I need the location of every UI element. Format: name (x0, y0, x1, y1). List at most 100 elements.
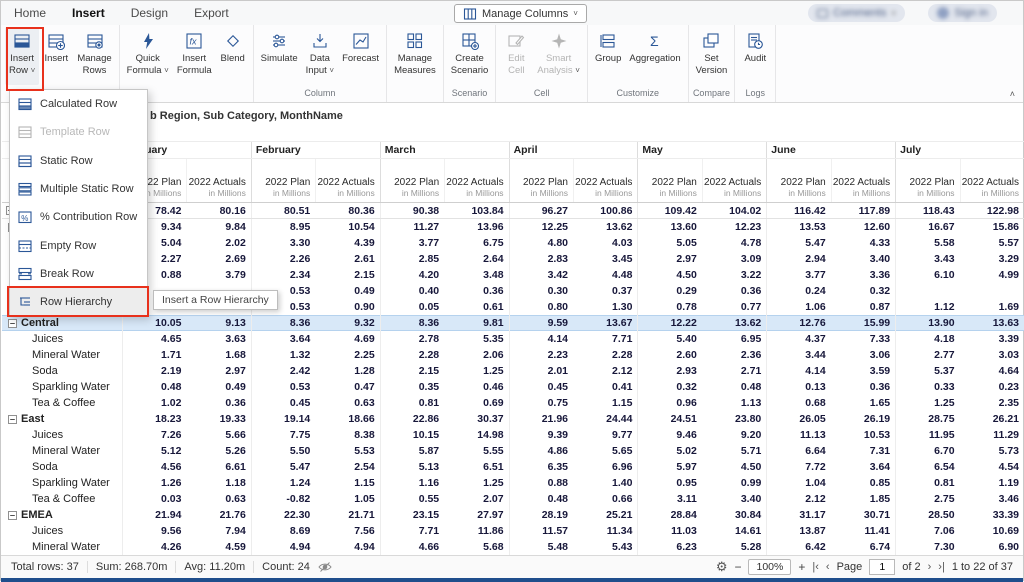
quick-formula-button[interactable]: QuickFormula ˅ (123, 27, 173, 85)
cell-value[interactable]: 2.25 (315, 347, 379, 363)
cell-value[interactable]: 13.53 (766, 219, 830, 235)
edit-cell-button[interactable]: EditCell (499, 27, 533, 85)
cell-value[interactable]: 9.56 (122, 523, 186, 539)
cell-value[interactable]: 0.40 (380, 283, 444, 299)
table-row[interactable]: East18.2319.3319.1418.6622.8630.3721.962… (2, 411, 1024, 427)
menu-item-static-row[interactable]: Static Row (10, 147, 147, 175)
cell-value[interactable]: 2.75 (895, 491, 959, 507)
cell-value[interactable]: 2.97 (637, 251, 701, 267)
cell-value[interactable]: 0.48 (122, 379, 186, 395)
cell-value[interactable] (960, 283, 1024, 299)
cell-value[interactable]: 2.69 (186, 251, 250, 267)
comments-button[interactable]: Comments ˅ (808, 4, 905, 22)
table-row[interactable]: Soda2.192.972.421.282.151.252.012.122.93… (2, 363, 1024, 379)
cell-value[interactable]: 2.01 (509, 363, 573, 379)
cell-value[interactable]: 5.02 (637, 443, 701, 459)
menu-item-empty-row[interactable]: Empty Row (10, 231, 147, 259)
cell-value[interactable]: 9.39 (509, 427, 573, 443)
blend-button[interactable]: Blend (216, 27, 250, 85)
aggregation-button[interactable]: ΣAggregation (625, 27, 684, 85)
table-row[interactable]: Juices9.567.948.697.567.7111.8611.5711.3… (2, 523, 1024, 539)
cell-value[interactable]: 0.32 (637, 379, 701, 395)
cell-value[interactable]: 28.19 (509, 507, 573, 523)
cell-value[interactable]: 11.13 (766, 427, 830, 443)
cell-value[interactable]: 8.38 (315, 427, 379, 443)
cell-value[interactable]: 0.61 (444, 299, 508, 315)
cell-value[interactable]: 2.15 (315, 267, 379, 283)
cell-value[interactable]: 21.71 (315, 507, 379, 523)
cell-value[interactable]: 0.13 (766, 379, 830, 395)
cell-value[interactable]: 2.60 (637, 347, 701, 363)
cell-value[interactable]: 5.28 (702, 539, 766, 555)
cell-value[interactable]: 3.11 (637, 491, 701, 507)
simulate-button[interactable]: Simulate (257, 27, 302, 85)
cell-value[interactable]: 7.94 (186, 523, 250, 539)
cell-value[interactable]: 23.15 (380, 507, 444, 523)
cell-value[interactable]: 3.42 (509, 267, 573, 283)
cell-value[interactable]: 30.71 (831, 507, 895, 523)
cell-value[interactable]: 5.87 (380, 443, 444, 459)
cell-value[interactable]: 1.71 (122, 347, 186, 363)
cell-value[interactable]: 5.47 (251, 459, 315, 475)
cell-value[interactable]: 9.20 (702, 427, 766, 443)
table-row[interactable]: Sparkling Water0.480.490.530.470.350.460… (2, 379, 1024, 395)
cell-value[interactable]: 2.06 (444, 347, 508, 363)
cell-value[interactable]: 6.23 (637, 539, 701, 555)
cell-value[interactable]: 0.36 (702, 283, 766, 299)
zoom-level[interactable]: 100% (748, 559, 791, 575)
cell-value[interactable]: 4.37 (766, 331, 830, 347)
cell-value[interactable]: 2.97 (186, 363, 250, 379)
table-row[interactable]: Juices7.265.667.758.3810.1514.989.399.77… (2, 427, 1024, 443)
menu-item-multiple-static-row[interactable]: Multiple Static Row (10, 175, 147, 203)
audit-button[interactable]: Audit (738, 27, 772, 85)
cell-value[interactable]: 0.46 (444, 379, 508, 395)
cell-value[interactable]: 4.78 (702, 235, 766, 251)
cell-value[interactable]: 5.58 (895, 235, 959, 251)
cell-value[interactable]: 2.26 (251, 251, 315, 267)
cell-value[interactable]: 4.14 (766, 363, 830, 379)
cell-value[interactable]: 3.44 (766, 347, 830, 363)
cell-value[interactable]: 7.71 (573, 331, 637, 347)
cell-value[interactable]: 16.67 (895, 219, 959, 235)
cell-value[interactable]: 3.22 (702, 267, 766, 283)
cell-value[interactable]: 2.42 (251, 363, 315, 379)
cell-value[interactable]: 1.40 (573, 475, 637, 491)
cell-value[interactable]: 4.69 (315, 331, 379, 347)
cell-value[interactable]: 13.96 (444, 219, 508, 235)
cell-value[interactable]: 0.95 (637, 475, 701, 491)
cell-value[interactable]: 3.29 (960, 251, 1024, 267)
cell-value[interactable]: 11.41 (831, 523, 895, 539)
cell-value[interactable]: 3.79 (186, 267, 250, 283)
cell-value[interactable]: 4.99 (960, 267, 1024, 283)
cell-value[interactable]: 1.69 (960, 299, 1024, 315)
cell-value[interactable]: 5.97 (637, 459, 701, 475)
menu-item-contribution-row[interactable]: %% Contribution Row (10, 203, 147, 231)
cell-value[interactable]: 7.31 (831, 443, 895, 459)
cell-value[interactable]: 6.75 (444, 235, 508, 251)
cell-value[interactable]: 21.76 (186, 507, 250, 523)
cell-value[interactable]: 3.30 (251, 235, 315, 251)
table-row[interactable]: 78.4280.1680.5180.3690.38103.8496.27100.… (2, 203, 1024, 219)
cell-value[interactable]: 5.47 (766, 235, 830, 251)
insert-button[interactable]: Insert (39, 27, 73, 85)
cell-value[interactable]: 122.98 (960, 203, 1024, 218)
cell-value[interactable]: 24.44 (573, 411, 637, 427)
cell-value[interactable]: 118.43 (895, 203, 959, 218)
menu-item-calculated-row[interactable]: Calculated Row (10, 90, 147, 118)
cell-value[interactable]: 7.30 (895, 539, 959, 555)
cell-value[interactable]: 0.55 (380, 491, 444, 507)
tab-export[interactable]: Export (181, 1, 242, 25)
cell-value[interactable]: 5.68 (444, 539, 508, 555)
cell-value[interactable]: 2.94 (766, 251, 830, 267)
cell-value[interactable]: 4.50 (637, 267, 701, 283)
cell-value[interactable]: 4.94 (251, 539, 315, 555)
cell-value[interactable]: 12.23 (702, 219, 766, 235)
cell-value[interactable]: 4.14 (509, 331, 573, 347)
cell-value[interactable]: 11.57 (509, 523, 573, 539)
cell-value[interactable]: 5.12 (122, 443, 186, 459)
cell-value[interactable]: 5.71 (702, 443, 766, 459)
cell-value[interactable]: 28.50 (895, 507, 959, 523)
first-page-button[interactable]: |‹ (812, 561, 819, 573)
cell-value[interactable]: 6.35 (509, 459, 573, 475)
cell-value[interactable]: 7.26 (122, 427, 186, 443)
